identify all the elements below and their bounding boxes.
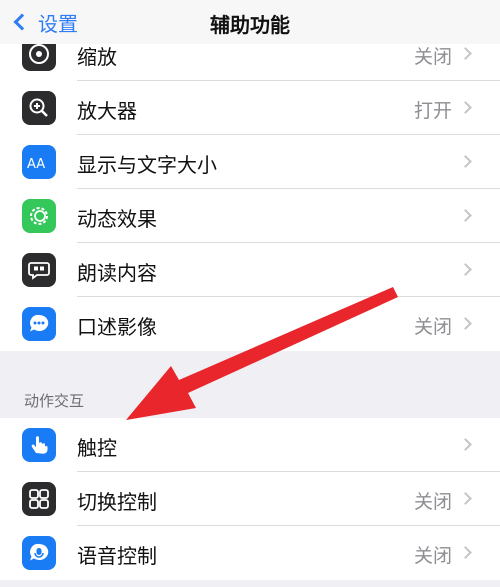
chevron-right-icon: [459, 47, 472, 60]
audio-description-icon: [22, 307, 56, 341]
row-label: 触控: [77, 436, 117, 460]
switch-control-icon: [22, 482, 56, 516]
svg-text:AA: AA: [27, 157, 45, 172]
row-value: 关闭: [413, 46, 452, 68]
row-spoken-content[interactable]: 朗读内容: [0, 243, 500, 297]
interaction-settings-group: 触控 切换控制 关闭 语音控制 关闭: [0, 418, 500, 580]
row-motion[interactable]: 动态效果: [0, 189, 500, 243]
row-label: 语音控制: [77, 544, 157, 568]
navigation-bar: 设置 辅助功能: [0, 0, 500, 44]
magnifier-icon: [22, 91, 56, 125]
row-label: 朗读内容: [77, 261, 157, 285]
chevron-right-icon: [459, 155, 472, 168]
chevron-right-icon: [459, 209, 472, 222]
row-audio-descriptions[interactable]: 口述影像 关闭: [0, 297, 500, 351]
row-touch[interactable]: 触控: [0, 418, 500, 472]
row-switch-control[interactable]: 切换控制 关闭: [0, 472, 500, 526]
chevron-right-icon: [459, 492, 472, 505]
row-label: 缩放: [77, 45, 117, 69]
page-title: 辅助功能: [210, 13, 290, 37]
spoken-content-icon: [22, 253, 56, 287]
chevron-right-icon: [459, 317, 472, 330]
row-label: 口述影像: [77, 315, 157, 339]
row-label: 显示与文字大小: [77, 153, 217, 177]
text-size-icon: AA: [22, 145, 56, 179]
row-label: 放大器: [77, 99, 137, 123]
row-value: 关闭: [413, 316, 452, 338]
row-display-text-size[interactable]: AA 显示与文字大小: [0, 135, 500, 189]
chevron-right-icon: [459, 438, 472, 451]
row-magnifier[interactable]: 放大器 打开: [0, 81, 500, 135]
row-value: 关闭: [413, 491, 452, 513]
row-label: 动态效果: [77, 207, 157, 231]
row-label: 切换控制: [77, 490, 157, 514]
chevron-right-icon: [459, 546, 472, 559]
row-value: 打开: [413, 100, 452, 122]
row-value: 关闭: [413, 545, 452, 567]
chevron-right-icon: [459, 263, 472, 276]
section-header-interaction: 动作交互: [24, 392, 85, 410]
voice-control-icon: [22, 536, 56, 570]
row-voice-control[interactable]: 语音控制 关闭: [0, 526, 500, 580]
vision-settings-group: 缩放 关闭 放大器 打开 AA 显示与文字大小 动态效果 朗读内容 口述影像 关…: [0, 27, 500, 351]
accessibility-screen: 缩放 关闭 放大器 打开 AA 显示与文字大小 动态效果 朗读内容 口述影像 关…: [0, 0, 500, 587]
touch-icon: [22, 428, 56, 462]
motion-icon: [22, 199, 56, 233]
chevron-right-icon: [459, 101, 472, 114]
